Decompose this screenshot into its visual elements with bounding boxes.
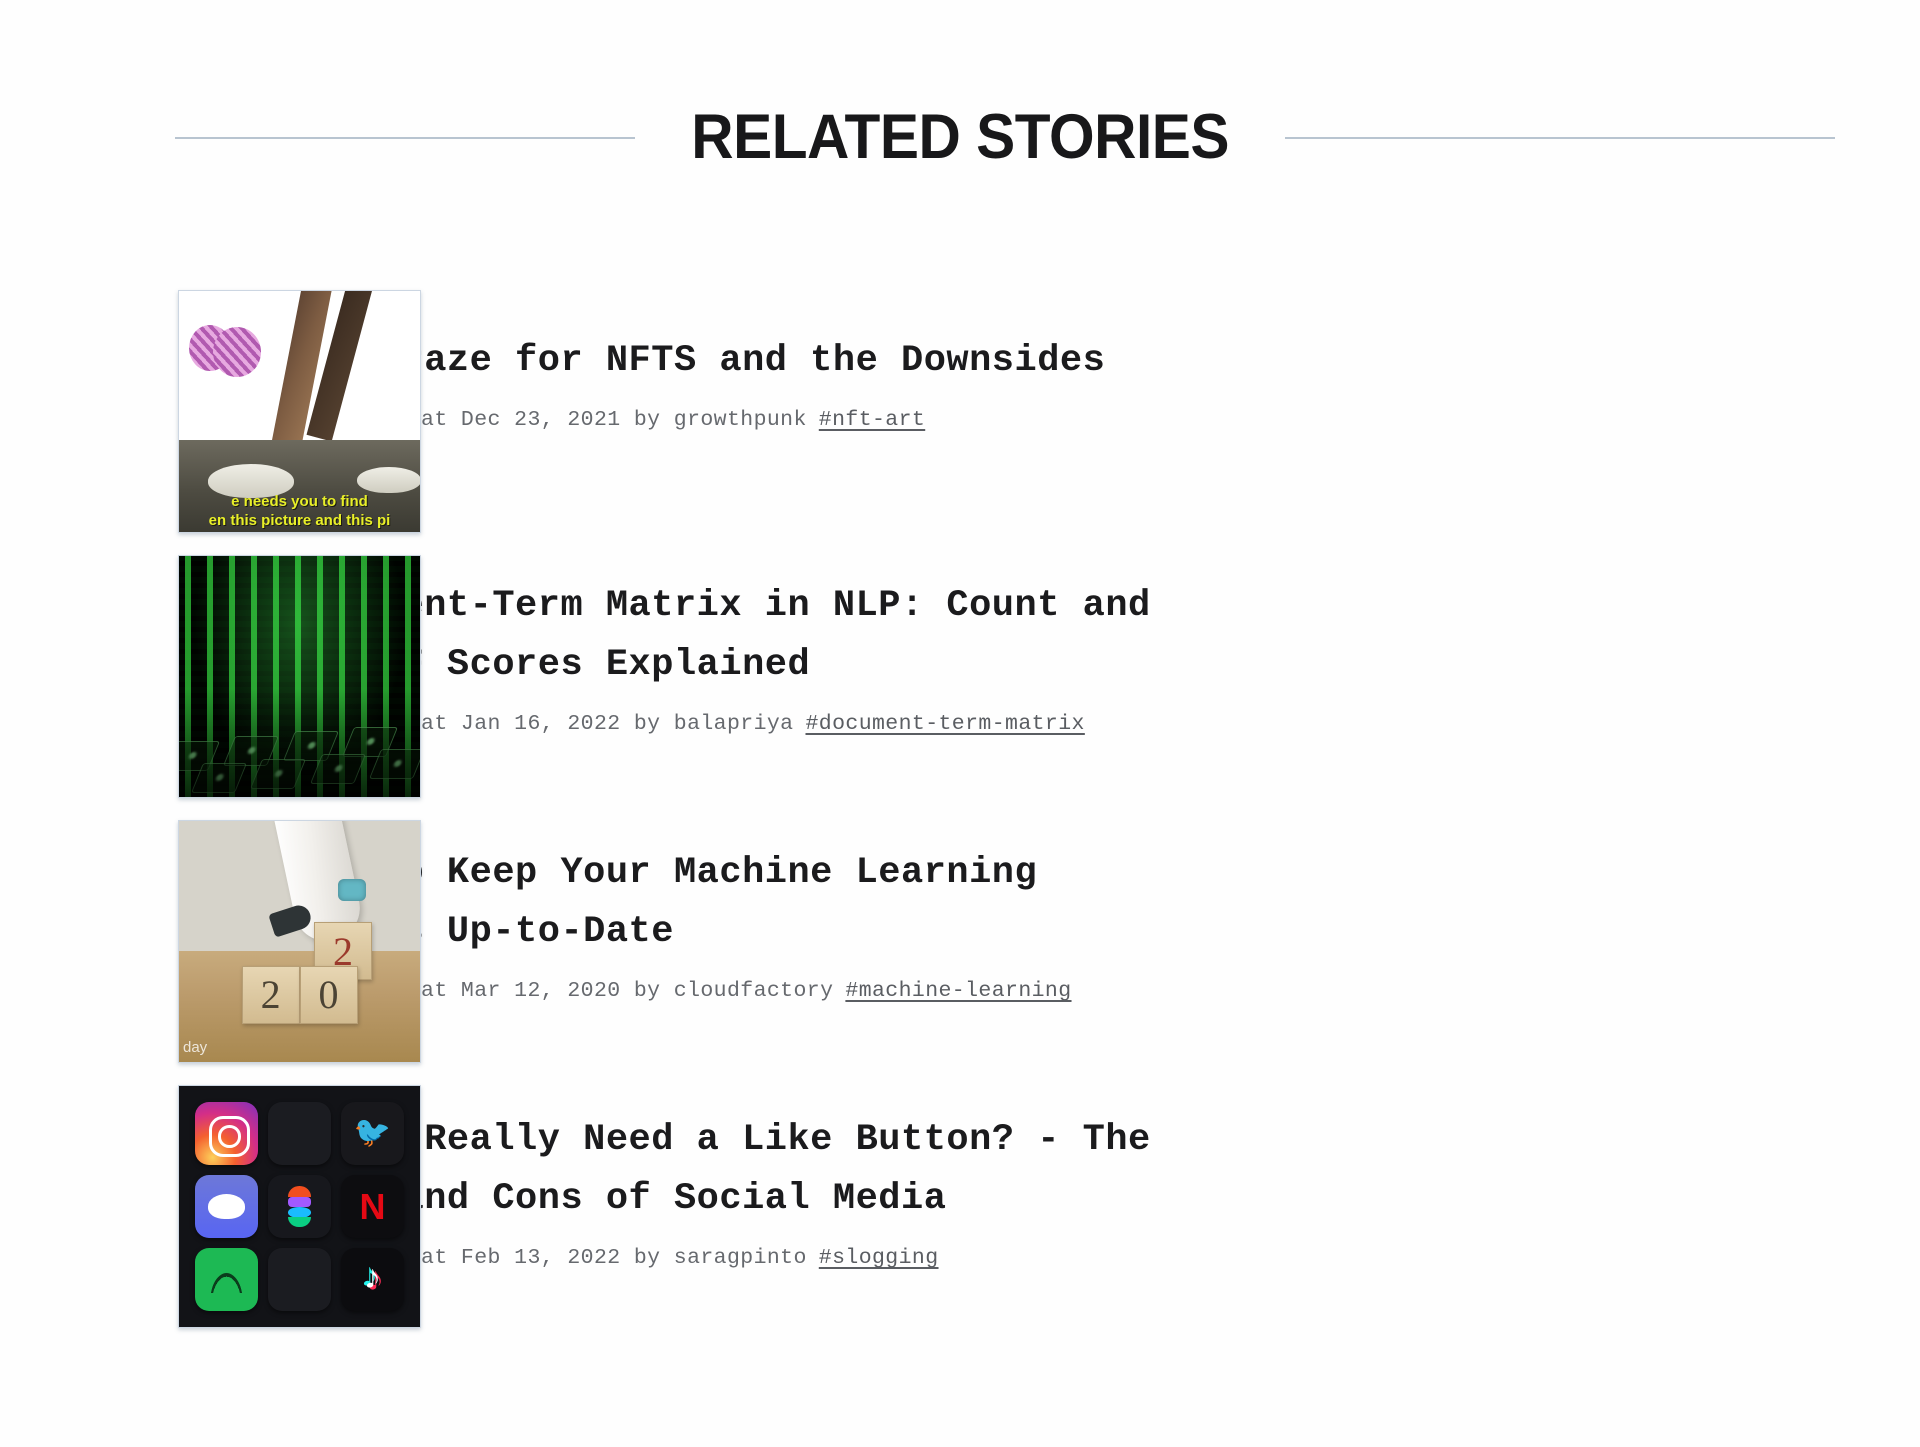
header-rule-right (1285, 136, 1835, 139)
spotify-icon (195, 1248, 258, 1311)
page-title: RELATED STORIES (691, 102, 1229, 172)
tiktok-icon (341, 1248, 404, 1311)
placeholder-app-icon (268, 1102, 331, 1165)
swirl-icon (212, 327, 261, 378)
robot-arm-art: 2 2 0 day (179, 821, 420, 1062)
stories-list: en this picture and this pi e needs you … (0, 290, 1920, 1352)
watermark-text: day (183, 1039, 208, 1056)
story-body: The Craze for NFTS and the Downsides Pub… (245, 290, 1920, 435)
section-header: RELATED STORIES (175, 106, 1835, 169)
story-tag-link[interactable]: #document-term-matrix (805, 712, 1084, 736)
robot-arm-blocks-thumbnail[interactable]: 2 2 0 day (178, 820, 421, 1063)
placeholder-app-icon (268, 1248, 331, 1311)
list-item[interactable]: Do We Really Need a Like Button? - The P… (0, 1085, 1920, 1328)
list-item[interactable]: 2 2 0 day How to Keep Your Machine Learn… (0, 820, 1920, 1063)
wooden-block: 0 (299, 965, 358, 1024)
matrix-rain-art (179, 556, 420, 797)
list-item[interactable]: en this picture and this pi e needs you … (0, 290, 1920, 533)
story-title[interactable]: How to Keep Your Machine Learning Models… (288, 844, 1548, 962)
related-stories-page: RELATED STORIES en this picture and this… (0, 0, 1920, 1447)
netflix-icon (341, 1175, 404, 1238)
figma-glyph (288, 1186, 311, 1228)
wooden-block: 2 (241, 965, 300, 1024)
discord-icon (195, 1175, 258, 1238)
twitter-icon (341, 1102, 404, 1165)
story-tag-link[interactable]: #slogging (819, 1246, 939, 1270)
story-tag-link[interactable]: #machine-learning (845, 979, 1071, 1003)
story-meta: Published at Mar 12, 2020 by cloudfactor… (288, 976, 1800, 1006)
bottom-fade-shape (179, 556, 420, 797)
story-title[interactable]: Do We Really Need a Like Button? - The P… (288, 1111, 1548, 1229)
story-body: Do We Really Need a Like Button? - The P… (245, 1085, 1920, 1273)
story-meta: Published at Dec 23, 2021 by growthpunk #… (288, 405, 1800, 435)
social-apps-thumbnail[interactable] (178, 1085, 421, 1328)
nft-meme-thumbnail[interactable]: en this picture and this pi e needs you … (178, 290, 421, 533)
robot-sensor-shape (338, 878, 367, 901)
figma-icon (268, 1175, 331, 1238)
story-body: How to Keep Your Machine Learning Models… (245, 820, 1920, 1006)
story-body: Document-Term Matrix in NLP: Count and T… (245, 555, 1920, 739)
story-meta: Published at Feb 13, 2022 by saragpinto #… (288, 1243, 1800, 1273)
thumbnail-wrap[interactable] (0, 1085, 421, 1328)
social-apps-art (179, 1086, 420, 1327)
thumbnail-wrap[interactable] (0, 555, 421, 798)
story-title[interactable]: The Craze for NFTS and the Downsides (288, 332, 1548, 391)
matrix-rain-thumbnail[interactable] (178, 555, 421, 798)
story-meta: Published at Jan 16, 2022 by balapriya #d… (288, 709, 1800, 739)
nft-meme-art: en this picture and this pi e needs you … (179, 291, 420, 532)
story-tag-link[interactable]: #nft-art (819, 408, 925, 432)
story-title[interactable]: Document-Term Matrix in NLP: Count and T… (288, 577, 1548, 695)
instagram-icon (195, 1102, 258, 1165)
plate-shape (357, 467, 420, 494)
app-icon-grid (179, 1086, 420, 1327)
meme-caption-line1: e needs you to find (231, 493, 368, 510)
header-rule-left (175, 136, 635, 139)
meme-caption-line2: en this picture and this pi (208, 512, 391, 529)
thumbnail-wrap[interactable]: en this picture and this pi e needs you … (0, 290, 421, 533)
list-item[interactable]: Document-Term Matrix in NLP: Count and T… (0, 555, 1920, 798)
thumbnail-wrap[interactable]: 2 2 0 day (0, 820, 421, 1063)
